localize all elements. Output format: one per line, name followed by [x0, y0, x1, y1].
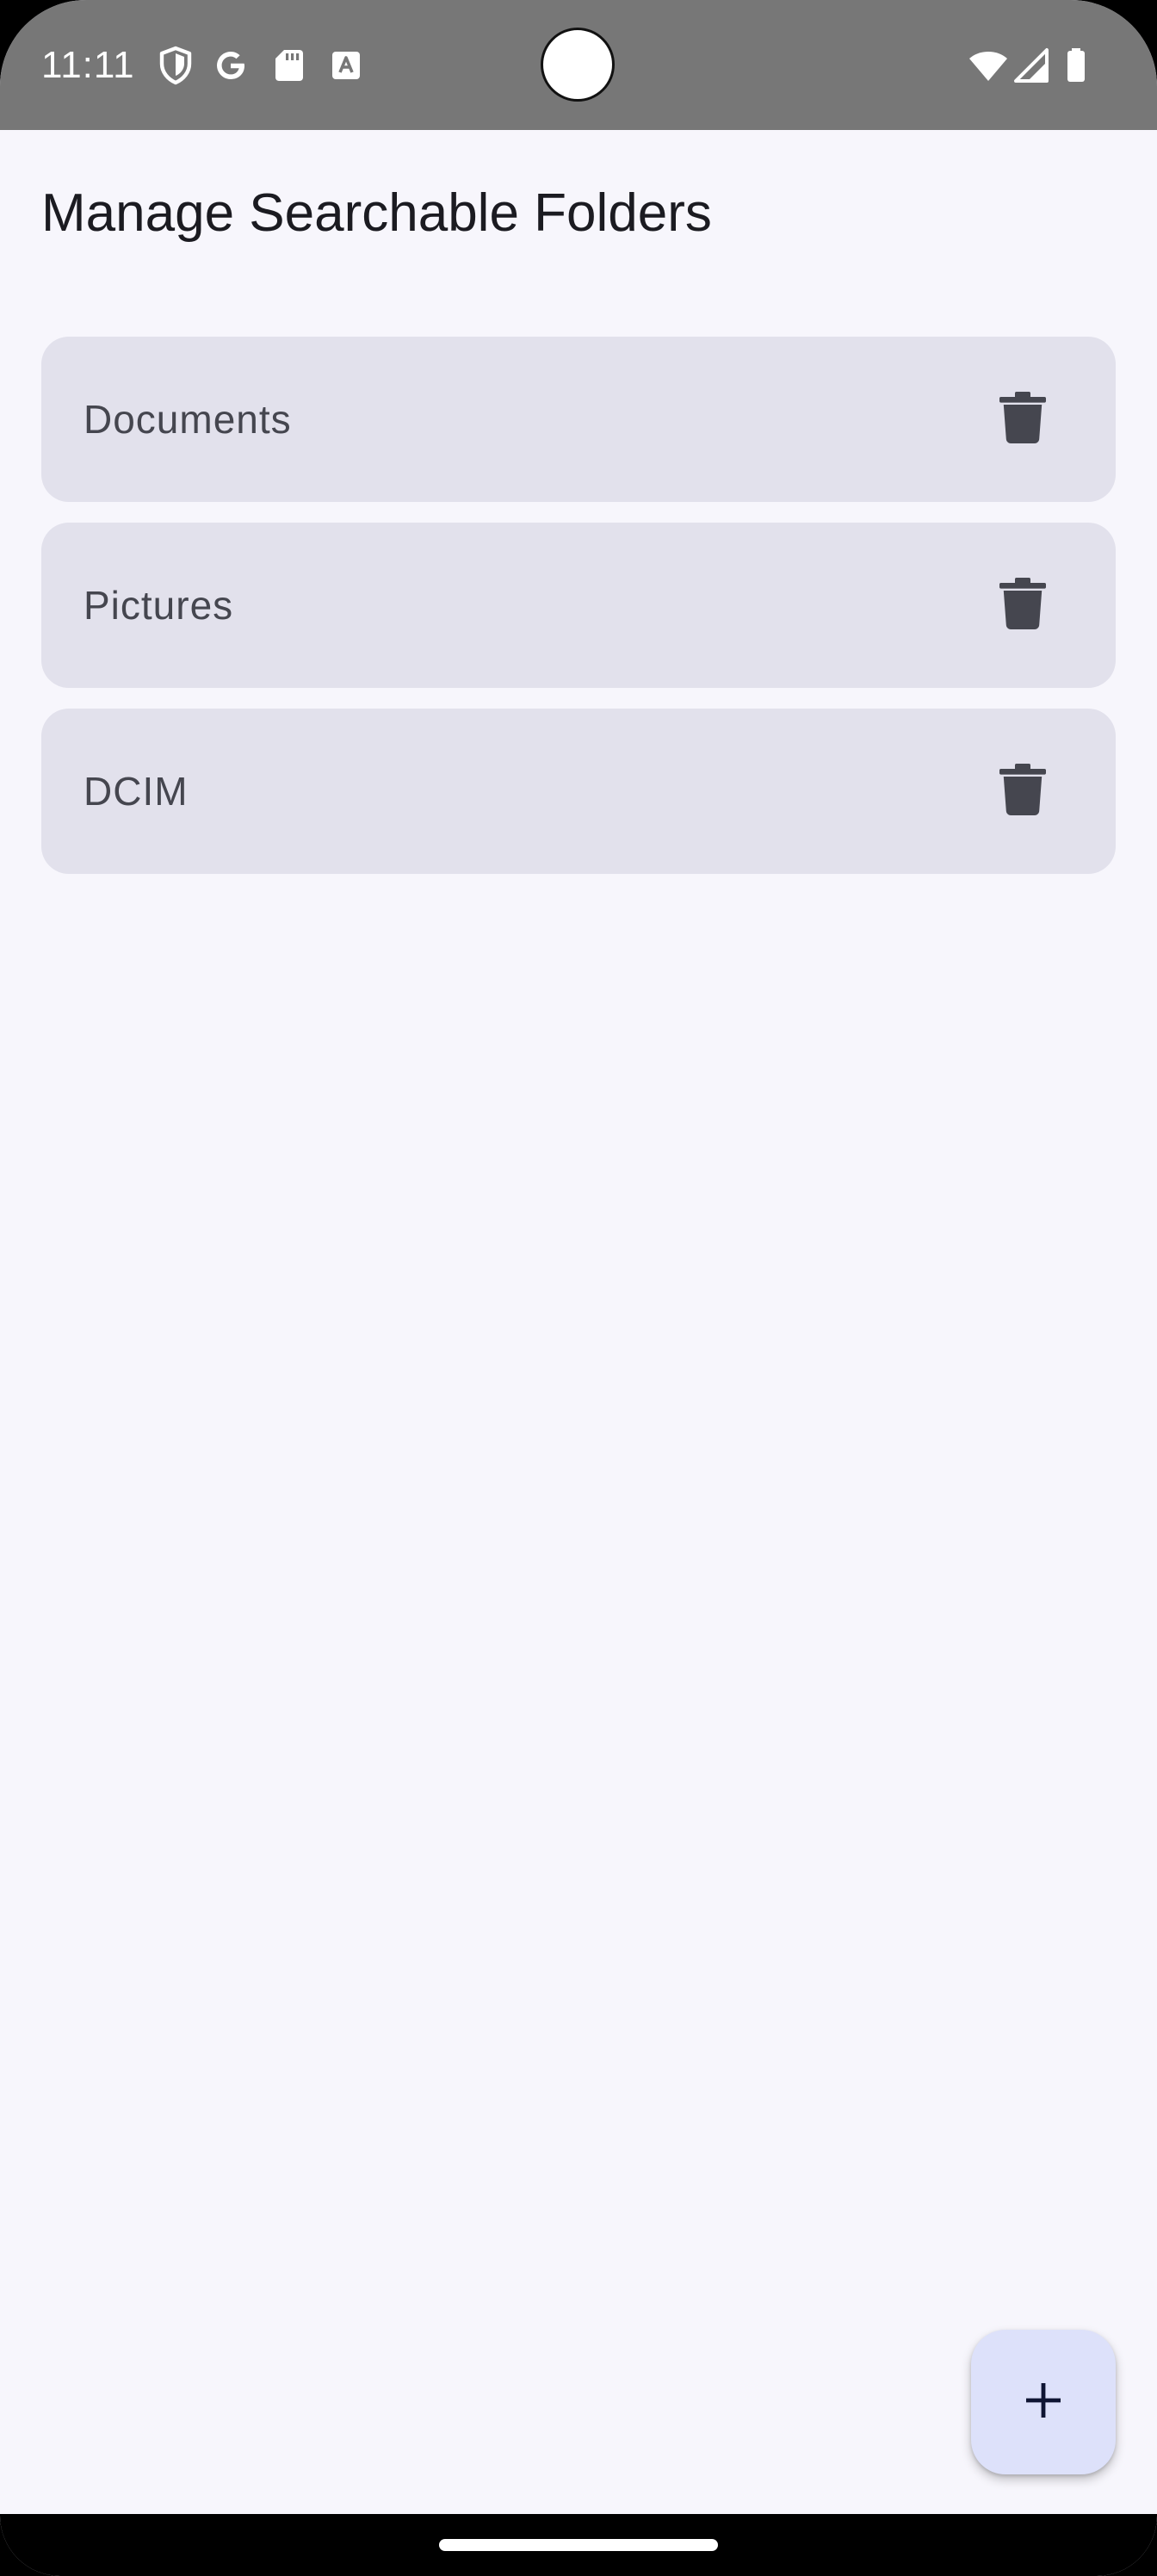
- camera-cutout: [541, 28, 615, 102]
- home-indicator[interactable]: [439, 2539, 718, 2551]
- folder-item: Pictures: [41, 523, 1116, 688]
- sd-card-icon: [269, 45, 310, 86]
- cellular-signal-icon: [1011, 45, 1052, 86]
- folder-name: Pictures: [84, 583, 234, 628]
- google-icon: [210, 45, 251, 86]
- text-a-icon: [325, 45, 367, 86]
- trash-icon: [999, 577, 1046, 634]
- folder-list: Documents Pictures DCIM: [41, 337, 1116, 895]
- add-folder-button[interactable]: [971, 2330, 1116, 2474]
- screen: 11:11 Manage Searchable Folders Document…: [0, 0, 1157, 2576]
- delete-folder-button[interactable]: [981, 564, 1064, 647]
- page-title: Manage Searchable Folders: [41, 183, 712, 243]
- folder-name: Documents: [84, 397, 292, 442]
- delete-folder-button[interactable]: [981, 378, 1064, 461]
- wifi-icon: [968, 45, 1009, 86]
- trash-icon: [999, 763, 1046, 820]
- folder-item: Documents: [41, 337, 1116, 502]
- status-bar: 11:11: [0, 0, 1157, 130]
- trash-icon: [999, 391, 1046, 448]
- folder-item: DCIM: [41, 709, 1116, 874]
- shield-icon: [155, 45, 196, 86]
- battery-icon: [1055, 45, 1097, 86]
- folder-name: DCIM: [84, 769, 189, 814]
- delete-folder-button[interactable]: [981, 750, 1064, 833]
- status-time: 11:11: [41, 44, 135, 86]
- plus-icon: [1023, 2380, 1064, 2425]
